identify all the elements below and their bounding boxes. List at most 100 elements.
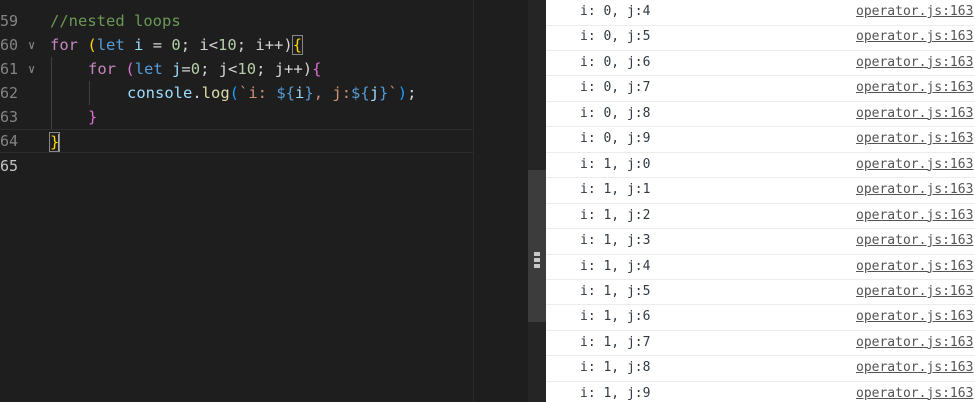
template-string: `i: — [239, 84, 277, 102]
console-message: i: 1, j:6 — [580, 309, 651, 325]
code-segment: ; i++) — [236, 36, 293, 54]
code-segment: ; i< — [180, 36, 219, 54]
brace: { — [312, 60, 322, 78]
declaration: let — [134, 60, 163, 78]
chevron-down-icon[interactable]: ∨ — [28, 33, 35, 57]
operator: = — [143, 36, 172, 54]
console-message: i: 0, j:5 — [580, 29, 651, 45]
template-string: , j: — [313, 84, 352, 102]
console-log-row: i: 1, j:3 operator.js:163 — [546, 229, 975, 255]
template-open: ${ — [351, 84, 370, 102]
source-link[interactable]: operator.js:163 — [856, 29, 973, 44]
brace: { — [291, 35, 304, 55]
panel-resizer[interactable] — [528, 0, 546, 402]
code-line-60[interactable]: 60 //nested loops — [0, 9, 473, 54]
indent-guide — [89, 81, 90, 105]
source-link[interactable]: operator.js:163 — [856, 335, 973, 350]
source-link[interactable]: operator.js:163 — [856, 309, 973, 324]
function: log — [201, 84, 230, 102]
source-link[interactable]: operator.js:163 — [856, 284, 973, 299]
code-text: } — [48, 130, 61, 154]
source-link[interactable]: operator.js:163 — [856, 55, 973, 70]
variable: i — [295, 84, 305, 102]
code-editor[interactable]: 59 60 //nested loops 61 ∨ for (let i = 0… — [0, 0, 473, 402]
variable: j — [172, 60, 182, 78]
console-log-row: i: 1, j:5 operator.js:163 — [546, 280, 975, 306]
console-log-row: i: 0, j:7 operator.js:163 — [546, 76, 975, 102]
number: 10 — [218, 36, 237, 54]
object: console — [127, 84, 193, 102]
variable: i — [134, 36, 144, 54]
variable: j — [369, 84, 380, 102]
source-link[interactable]: operator.js:163 — [856, 182, 973, 197]
source-link[interactable]: operator.js:163 — [856, 233, 973, 248]
console-log-row: i: 1, j:6 operator.js:163 — [546, 305, 975, 331]
console-message: i: 0, j:9 — [580, 131, 651, 147]
source-link[interactable]: operator.js:163 — [856, 131, 973, 146]
console-message: i: 1, j:9 — [580, 385, 651, 401]
chevron-down-icon[interactable]: ∨ — [28, 57, 35, 81]
source-link[interactable]: operator.js:163 — [856, 157, 973, 172]
console-log-row: i: 0, j:6 operator.js:163 — [546, 51, 975, 77]
code-segment: ; j< — [200, 60, 238, 78]
code-text: for (let i = 0; i<10; i++){ — [50, 33, 304, 57]
keyword: for — [88, 60, 116, 78]
console-log-row: i: 1, j:7 operator.js:163 — [546, 331, 975, 357]
paren: ( — [87, 36, 97, 54]
line-number: 65 — [0, 157, 18, 175]
console-log-row: i: 1, j:9 operator.js:163 — [546, 382, 975, 402]
code-line-62[interactable]: 62 ∨ for (let j=0; j<10; j++){ — [0, 57, 473, 102]
template-string: ` — [388, 84, 398, 102]
code-text: for (let j=0; j<10; j++){ — [88, 57, 321, 81]
closing-brace: } — [88, 108, 98, 126]
code-line-59[interactable]: 59 — [0, 0, 473, 30]
code-segment: ; j++) — [256, 60, 313, 78]
console-log-row: i: 0, j:9 operator.js:163 — [546, 127, 975, 153]
console-message: i: 1, j:5 — [580, 283, 651, 299]
source-link[interactable]: operator.js:163 — [856, 80, 973, 95]
code-line-65[interactable]: 65 } — [0, 129, 473, 175]
template-close: } — [379, 84, 389, 102]
number: 10 — [237, 60, 257, 78]
console-message: i: 1, j:4 — [580, 258, 651, 274]
console-log-row: i: 0, j:5 operator.js:163 — [546, 25, 975, 51]
indent-guide — [51, 57, 52, 129]
console-message: i: 1, j:7 — [580, 334, 651, 350]
console-log-row: i: 1, j:4 operator.js:163 — [546, 255, 975, 280]
declaration: let — [96, 36, 125, 54]
number: 0 — [190, 60, 201, 78]
console-log-row: i: 1, j:0 operator.js:163 — [546, 153, 975, 179]
drag-handle-icon[interactable] — [533, 250, 541, 274]
code-text: //nested loops — [50, 9, 181, 33]
console-message: i: 0, j:4 — [580, 4, 651, 19]
console-log-row: i: 0, j:8 operator.js:163 — [546, 102, 975, 128]
console-message: i: 0, j:7 — [580, 80, 651, 96]
paren: ( — [125, 60, 135, 78]
paren: ) — [397, 84, 408, 102]
console-log-row: i: 1, j:8 operator.js:163 — [546, 356, 975, 382]
operator: = — [181, 60, 191, 78]
console-message: i: 1, j:0 — [580, 156, 651, 172]
console-message: i: 1, j:1 — [580, 182, 651, 198]
console-log-row: i: 1, j:2 operator.js:163 — [546, 204, 975, 230]
keyword: for — [50, 36, 78, 54]
source-link[interactable]: operator.js:163 — [856, 106, 973, 121]
code-text: console.log(`i: ${i}, j:${j}`); — [127, 84, 417, 102]
console-message: i: 1, j:3 — [580, 233, 651, 249]
code-line-63[interactable]: 63 console.log(`i: ${i}, j:${j}`); — [0, 81, 473, 126]
console-message: i: 1, j:8 — [580, 360, 651, 376]
comment: //nested loops — [50, 12, 181, 30]
scrollbar-thumb[interactable] — [528, 170, 546, 322]
source-link[interactable]: operator.js:163 — [856, 208, 973, 223]
template-close: } — [304, 84, 314, 102]
source-link[interactable]: operator.js:163 — [856, 4, 973, 19]
source-link[interactable]: operator.js:163 — [856, 386, 973, 401]
code-line-64[interactable]: 64 } — [0, 105, 473, 150]
console-message: i: 1, j:2 — [580, 207, 651, 223]
number: 0 — [171, 36, 181, 54]
source-link[interactable]: operator.js:163 — [856, 360, 973, 375]
source-link[interactable]: operator.js:163 — [856, 259, 973, 274]
code-line-61[interactable]: 61 ∨ for (let i = 0; i<10; i++){ — [0, 33, 473, 78]
console-log-row: i: 0, j:4 operator.js:163 — [546, 0, 975, 26]
minimap[interactable] — [473, 0, 528, 402]
